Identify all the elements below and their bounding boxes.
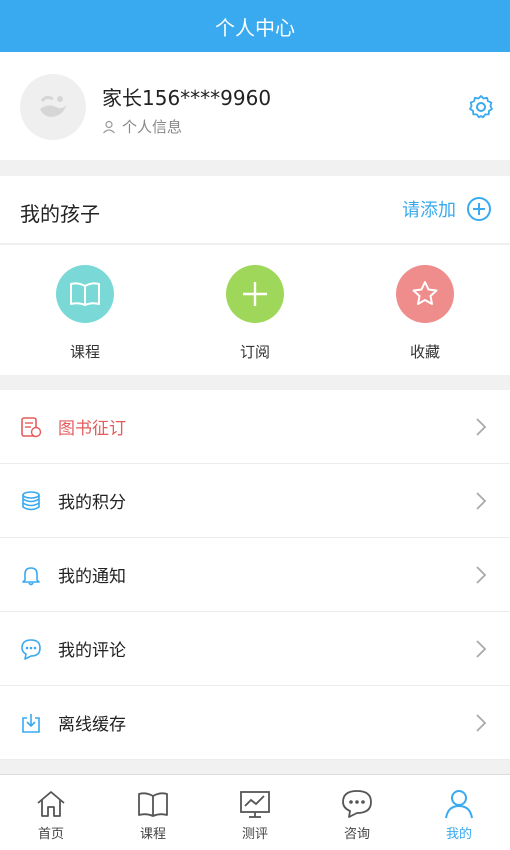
quick-subscribe-label: 订阅	[239, 343, 270, 361]
favorite-circle	[396, 265, 454, 323]
coins-icon	[20, 490, 42, 512]
menu-item-book-order[interactable]: 图书征订	[0, 390, 510, 464]
chevron-right-icon	[476, 566, 487, 584]
menu-label-offline-cache: 离线缓存	[58, 715, 126, 735]
tab-course-label: 课程	[139, 827, 166, 842]
menu-item-points[interactable]: 我的积分	[0, 464, 510, 538]
menu-label-comments: 我的评论	[58, 641, 126, 661]
chevron-right-icon	[476, 418, 487, 436]
chevron-right-icon	[476, 640, 487, 658]
menu-item-offline-cache[interactable]: 离线缓存	[0, 686, 510, 760]
tab-assessment-label: 测评	[241, 827, 268, 842]
page-header: 个人中心	[0, 0, 510, 52]
quick-subscribe-button[interactable]: 订阅	[170, 245, 340, 375]
subscribe-circle	[226, 265, 284, 323]
menu-list: 图书征订 我的积分 我的通知 我的评论 离线缓存	[0, 390, 510, 760]
menu-item-notifications[interactable]: 我的通知	[0, 538, 510, 612]
menu-item-comments[interactable]: 我的评论	[0, 612, 510, 686]
user-name: 家长156****9960	[102, 86, 272, 110]
course-circle	[56, 265, 114, 323]
book-icon	[138, 792, 168, 817]
add-child-label: 请添加	[402, 200, 456, 221]
bottom-tab-bar: 首页 课程 测评 咨询 我的	[0, 774, 510, 850]
tab-assessment[interactable]: 测评	[204, 775, 306, 850]
chat-icon	[342, 790, 372, 818]
quick-favorite-button[interactable]: 收藏	[340, 245, 510, 375]
profile-info-link[interactable]: 个人信息	[102, 116, 182, 137]
profile-card[interactable]: 家长156****9960 个人信息	[0, 52, 510, 160]
chart-icon	[240, 791, 270, 818]
user-icon	[445, 790, 473, 819]
home-icon	[37, 791, 65, 817]
book-order-icon	[20, 416, 42, 438]
tab-consult[interactable]: 咨询	[306, 775, 408, 850]
page-title: 个人中心	[215, 15, 295, 40]
star-icon	[412, 281, 438, 305]
add-child-button[interactable]: 请添加	[402, 196, 492, 222]
avatar[interactable]	[20, 74, 86, 140]
comment-icon	[20, 638, 42, 660]
menu-label-notifications: 我的通知	[58, 567, 126, 587]
book-icon	[70, 282, 100, 306]
profile-info-label: 个人信息	[122, 118, 183, 136]
plus-icon	[243, 282, 267, 306]
tab-home-label: 首页	[37, 827, 64, 842]
quick-actions: 课程 订阅 收藏	[0, 245, 510, 375]
tab-mine-label: 我的	[445, 827, 472, 842]
bell-icon	[20, 564, 42, 586]
menu-label-book-order: 图书征订	[58, 419, 126, 439]
person-icon	[103, 120, 115, 133]
avatar-placeholder-icon	[40, 95, 66, 117]
tab-home[interactable]: 首页	[0, 775, 102, 850]
tab-mine[interactable]: 我的	[408, 775, 510, 850]
quick-favorite-label: 收藏	[409, 343, 440, 361]
download-icon	[20, 712, 42, 734]
settings-gear-icon[interactable]	[468, 94, 494, 120]
my-children-title: 我的孩子	[20, 202, 100, 226]
chevron-right-icon	[476, 492, 487, 510]
add-circle-icon	[467, 197, 491, 221]
menu-label-points: 我的积分	[58, 493, 126, 513]
quick-course-button[interactable]: 课程	[0, 245, 170, 375]
tab-course[interactable]: 课程	[102, 775, 204, 850]
tab-consult-label: 咨询	[343, 827, 370, 842]
my-children-section: 我的孩子 请添加	[0, 176, 510, 244]
chevron-right-icon	[476, 714, 487, 732]
quick-course-label: 课程	[69, 343, 100, 361]
